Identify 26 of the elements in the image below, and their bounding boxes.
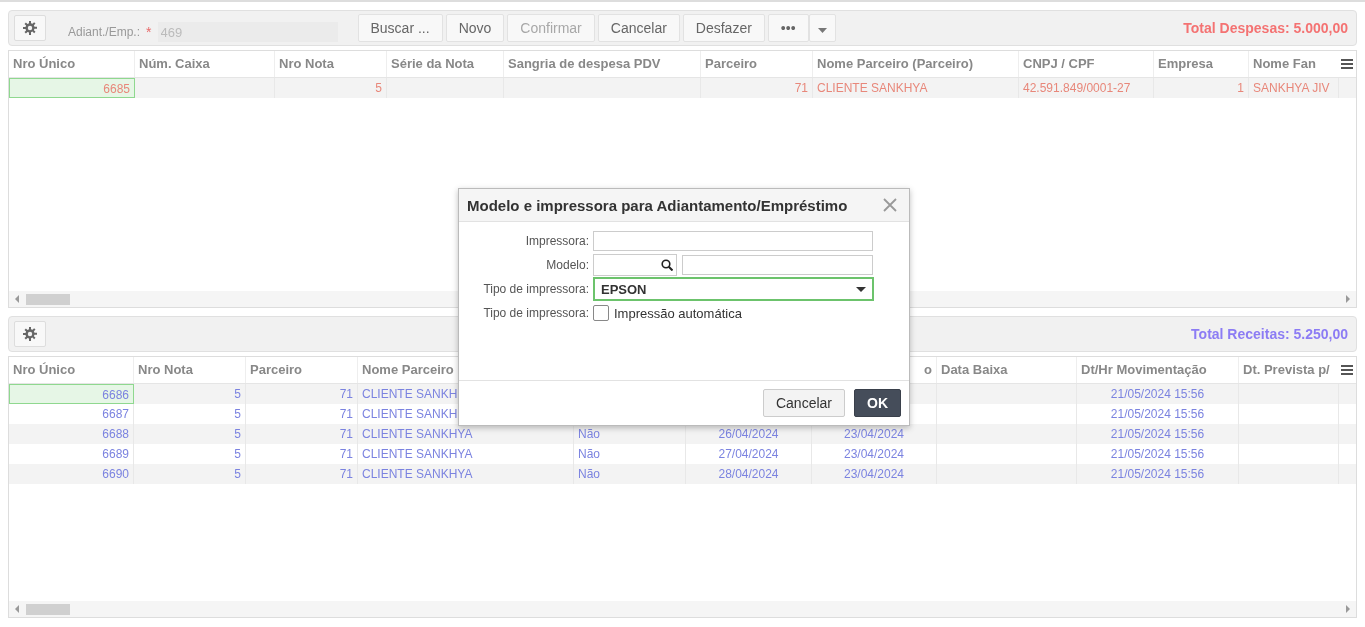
table-cell: 28/04/2024 bbox=[686, 464, 812, 484]
table-cell: 1 bbox=[1154, 78, 1249, 98]
table-cell: 6686 bbox=[9, 384, 134, 404]
total-label: Total Receitas: 5.250,00 bbox=[1191, 326, 1348, 342]
table-cell: 71 bbox=[701, 78, 813, 98]
table-cell: Não bbox=[574, 464, 686, 484]
table-cell: 5 bbox=[134, 464, 246, 484]
field-label: Tipo de impressora: bbox=[482, 282, 590, 296]
table-cell: SANKHYA JIV bbox=[1249, 78, 1339, 98]
total-label: Total Despesas: 5.000,00 bbox=[1183, 20, 1348, 36]
checkbox-label: Impressão automática bbox=[614, 305, 742, 321]
table-cell: 71 bbox=[246, 464, 358, 484]
table-cell: 23/04/2024 bbox=[812, 464, 937, 484]
field-label: Adiant./Emp.: bbox=[68, 25, 141, 39]
table-cell: 6685 bbox=[9, 78, 135, 98]
field-label: Impressora: bbox=[524, 234, 590, 248]
required-mark: * bbox=[146, 24, 152, 40]
field-label: Modelo: bbox=[545, 258, 590, 272]
table-cell: CLIENTE SANKHYA bbox=[813, 78, 1019, 98]
table-cell: 6690 bbox=[9, 464, 134, 484]
table-cell: 5 bbox=[275, 78, 387, 98]
field-label: Tipo de impressora: bbox=[482, 306, 590, 320]
table-cell: CLIENTE SANKHYA bbox=[358, 464, 574, 484]
table-cell: 42.591.849/0001-27 bbox=[1019, 78, 1154, 98]
table-cell: 21/05/2024 15:56 bbox=[1077, 464, 1239, 484]
dialog-title: Modelo e impressora para Adiantamento/Empréstimo bbox=[467, 196, 848, 214]
